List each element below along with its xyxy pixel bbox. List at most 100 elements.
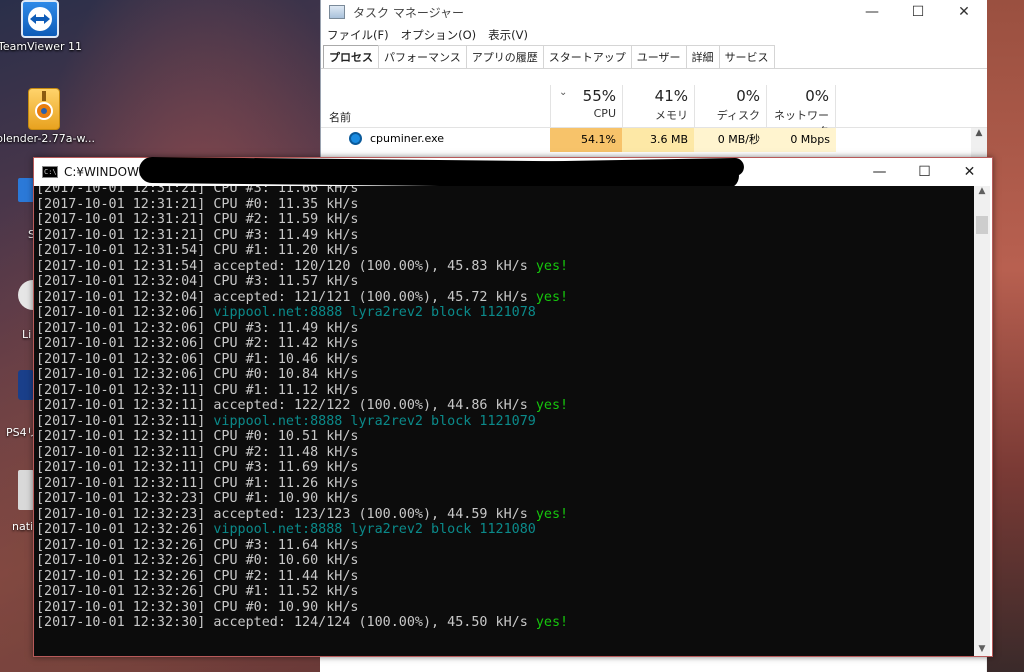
- window-title: タスク マネージャー: [353, 5, 464, 20]
- console-line: [2017-10-01 12:31:21] CPU #3: 11.66 kH/s: [36, 186, 974, 197]
- maximize-button[interactable]: ☐: [895, 0, 941, 24]
- console-line-text: [2017-10-01 12:32:26] CPU #2: 11.44 kH/s: [36, 568, 359, 584]
- console-titlebar[interactable]: C:\ C:¥WINDOWS¥ — ☐ ✕: [34, 156, 992, 190]
- menu-view[interactable]: 表示(V): [488, 27, 528, 43]
- desktop-app-icon[interactable]: [18, 178, 34, 202]
- menu-options[interactable]: オプション(O): [401, 27, 477, 43]
- minimize-button[interactable]: —: [857, 158, 902, 186]
- console-line: [2017-10-01 12:32:11] CPU #1: 11.12 kH/s: [36, 383, 974, 399]
- desktop-icon-blender[interactable]: blender-2.77a-w...: [0, 88, 95, 145]
- console-line: [2017-10-01 12:32:30] accepted: 124/124 …: [36, 615, 974, 631]
- teamviewer-icon: [21, 0, 59, 38]
- console-line-text: [2017-10-01 12:32:23] accepted: 123/123 …: [36, 506, 536, 522]
- accepted-yes-label: yes!: [535, 258, 569, 274]
- console-line-text: [2017-10-01 12:32:23] CPU #1: 10.90 kH/s: [36, 491, 359, 506]
- console-scrollbar[interactable]: ▲ ▼: [974, 186, 990, 656]
- console-output[interactable]: [2017-10-01 12:31:21] CPU #3: 11.66 kH/s…: [34, 186, 974, 656]
- console-line: [2017-10-01 12:32:06] CPU #2: 11.42 kH/s: [36, 336, 974, 352]
- column-header-memory[interactable]: 41% メモリ: [622, 85, 694, 127]
- scroll-up-icon[interactable]: ▲: [971, 128, 987, 138]
- console-line-text: [2017-10-01 12:32:26] CPU #1: 11.52 kH/s: [36, 584, 359, 599]
- disk-total: 0%: [736, 87, 760, 105]
- disk-label: ディスク: [716, 109, 760, 122]
- block-found-text: vippool.net:8888 lyra2rev2 block 1121080: [213, 522, 536, 537]
- scroll-down-icon[interactable]: ▼: [974, 644, 990, 654]
- tab-users[interactable]: ユーザー: [630, 45, 687, 68]
- console-line: [2017-10-01 12:32:06] CPU #0: 10.84 kH/s: [36, 367, 974, 383]
- console-line: [2017-10-01 12:32:04] CPU #3: 11.57 kH/s: [36, 274, 974, 290]
- desktop-app-icon[interactable]: [18, 370, 34, 400]
- console-line-text: [2017-10-01 12:31:21] CPU #2: 11.59 kH/s: [36, 212, 359, 227]
- console-line: [2017-10-01 12:31:21] CPU #2: 11.59 kH/s: [36, 212, 974, 228]
- column-header-cpu[interactable]: ⌄ 55% CPU: [550, 85, 622, 127]
- desktop-icon-teamviewer[interactable]: TeamViewer 11: [0, 0, 88, 53]
- close-button[interactable]: ✕: [941, 0, 987, 24]
- blender-archive-icon: [28, 88, 60, 130]
- network-total: 0%: [805, 87, 829, 105]
- process-name-cell: cpuminer.exe: [349, 132, 444, 145]
- minimize-button[interactable]: —: [849, 0, 895, 24]
- tab-details[interactable]: 詳細: [685, 45, 720, 68]
- process-table-header: 名前 ⌄ 55% CPU 41% メモリ 0% ディスク 0% ネットワーク: [321, 85, 987, 138]
- task-manager-titlebar[interactable]: タスク マネージャー — ☐ ✕: [321, 0, 987, 24]
- console-line: [2017-10-01 12:32:26] CPU #1: 11.52 kH/s: [36, 584, 974, 600]
- process-network: 0 Mbps: [766, 128, 836, 152]
- console-line-text: [2017-10-01 12:32:11] accepted: 122/122 …: [36, 398, 536, 413]
- table-row[interactable]: cpuminer.exe 54.1% 3.6 MB 0 MB/秒 0 Mbps: [321, 128, 987, 152]
- console-line: [2017-10-01 12:32:11] vippool.net:8888 l…: [36, 414, 974, 430]
- tab-app-history[interactable]: アプリの履歴: [465, 45, 544, 68]
- column-header-network[interactable]: 0% ネットワーク: [766, 85, 836, 138]
- console-line-text: [2017-10-01 12:32:06] CPU #2: 11.42 kH/s: [36, 336, 359, 351]
- memory-total: 41%: [654, 87, 688, 105]
- console-line: [2017-10-01 12:31:21] CPU #0: 11.35 kH/s: [36, 197, 974, 213]
- accepted-yes-label: yes!: [535, 506, 569, 522]
- tab-performance[interactable]: パフォーマンス: [378, 45, 467, 68]
- console-line-text: [2017-10-01 12:32:30] CPU #0: 10.90 kH/s: [36, 599, 359, 615]
- console-line: [2017-10-01 12:32:06] CPU #3: 11.49 kH/s: [36, 321, 974, 337]
- console-line-text: [2017-10-01 12:32:11] CPU #1: 11.26 kH/s: [36, 475, 359, 491]
- task-manager-icon: [329, 5, 345, 19]
- console-line-text: [2017-10-01 12:32:06] CPU #1: 10.46 kH/s: [36, 351, 359, 367]
- desktop-app-icon[interactable]: [18, 470, 34, 510]
- console-line: [2017-10-01 12:31:54] accepted: 120/120 …: [36, 259, 974, 275]
- console-line-text: [2017-10-01 12:32:04] accepted: 121/121 …: [36, 289, 536, 305]
- desktop-icon-label-partial: Li: [22, 328, 32, 341]
- cpu-label: CPU: [593, 107, 616, 120]
- console-lines: [2017-10-01 12:31:21] CPU #3: 11.66 kH/s…: [34, 186, 974, 631]
- cpuminer-icon: [349, 132, 362, 145]
- console-line: [2017-10-01 12:32:26] CPU #3: 11.64 kH/s: [36, 538, 974, 554]
- console-line: [2017-10-01 12:32:26] CPU #2: 11.44 kH/s: [36, 569, 974, 585]
- tab-startup[interactable]: スタートアップ: [542, 45, 632, 68]
- console-window: C:\ C:¥WINDOWS¥ — ☐ ✕ [2017-10-01 12:31:…: [33, 156, 993, 657]
- console-line-text: [2017-10-01 12:32:06] CPU #0: 10.84 kH/s: [36, 367, 359, 382]
- scrollbar-thumb[interactable]: [976, 216, 988, 234]
- tab-bar: プロセス パフォーマンス アプリの履歴 スタートアップ ユーザー 詳細 サービス: [321, 45, 987, 69]
- accepted-yes-label: yes!: [535, 398, 569, 413]
- menu-file[interactable]: ファイル(F): [327, 27, 389, 43]
- console-line-text: [2017-10-01 12:32:04] CPU #3: 11.57 kH/s: [36, 274, 359, 289]
- console-line: [2017-10-01 12:31:54] CPU #1: 11.20 kH/s: [36, 243, 974, 259]
- cmd-icon: C:\: [42, 166, 58, 178]
- console-line: [2017-10-01 12:32:23] accepted: 123/123 …: [36, 507, 974, 523]
- chevron-down-icon: ⌄: [559, 87, 568, 98]
- block-found-text: vippool.net:8888 lyra2rev2 block 1121078: [213, 305, 536, 320]
- scroll-up-icon[interactable]: ▲: [974, 186, 990, 196]
- console-line: [2017-10-01 12:32:30] CPU #0: 10.90 kH/s: [36, 600, 974, 616]
- console-line-text: [2017-10-01 12:32:11] CPU #0: 10.51 kH/s: [36, 429, 359, 444]
- console-line: [2017-10-01 12:32:11] CPU #3: 11.69 kH/s: [36, 460, 974, 476]
- tab-services[interactable]: サービス: [718, 45, 775, 68]
- column-header-name[interactable]: 名前: [329, 109, 351, 125]
- process-disk: 0 MB/秒: [694, 128, 766, 152]
- console-line-text: [2017-10-01 12:32:26] CPU #3: 11.64 kH/s: [36, 537, 359, 553]
- accepted-yes-label: yes!: [535, 615, 569, 630]
- desktop-icon-label-partial: nati: [12, 520, 34, 533]
- console-line: [2017-10-01 12:32:11] CPU #2: 11.48 kH/s: [36, 445, 974, 461]
- task-manager-hidden-row: [320, 655, 986, 672]
- console-line: [2017-10-01 12:32:11] CPU #1: 11.26 kH/s: [36, 476, 974, 492]
- close-button[interactable]: ✕: [947, 158, 992, 186]
- column-header-disk[interactable]: 0% ディスク: [694, 85, 766, 127]
- tab-processes[interactable]: プロセス: [323, 45, 379, 68]
- desktop-icon-label: blender-2.77a-w...: [0, 132, 95, 145]
- desktop-icon-label: TeamViewer 11: [0, 40, 82, 53]
- maximize-button[interactable]: ☐: [902, 158, 947, 186]
